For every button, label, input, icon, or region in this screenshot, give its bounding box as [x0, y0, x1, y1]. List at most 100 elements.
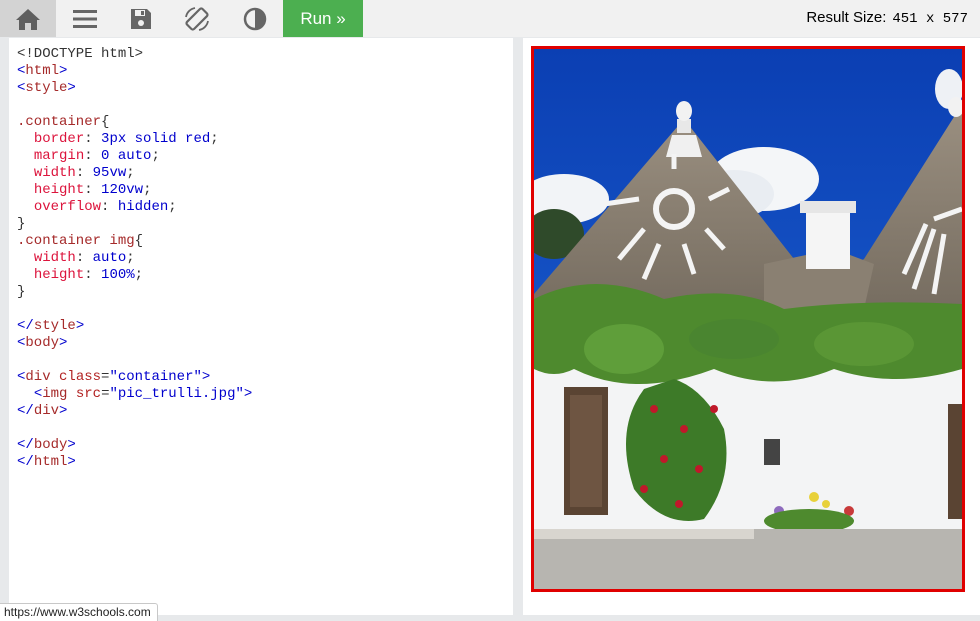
code-token: > — [67, 80, 76, 96]
code-line: margin: 0 auto; — [17, 148, 252, 165]
save-icon — [131, 8, 151, 29]
code-line: </body> — [17, 437, 252, 454]
code-token: : — [101, 199, 118, 215]
contrast-icon — [243, 7, 267, 30]
code-token: ; — [126, 250, 135, 266]
code-token: ; — [168, 199, 177, 215]
code-token: div — [33, 403, 60, 419]
menu-button[interactable] — [57, 0, 113, 37]
code-line: <!DOCTYPE html> — [17, 46, 252, 63]
code-token: class — [59, 369, 102, 385]
result-pane — [523, 38, 980, 615]
code-token: hidden — [117, 199, 169, 215]
code-line: <body> — [17, 335, 252, 352]
code-token: : — [84, 148, 102, 164]
toolbar: Run » Result Size: 451 x 577 — [0, 0, 980, 37]
result-size-label: Result Size: — [806, 9, 887, 26]
code-token: body — [25, 335, 60, 351]
code-line: .container{ — [17, 114, 252, 131]
code-text[interactable]: <!DOCTYPE html> <html> <style> .container{ … — [17, 46, 252, 471]
code-token: ; — [126, 165, 135, 181]
code-token: body — [33, 437, 68, 453]
code-token: html — [25, 63, 60, 79]
code-line: <div class="container"> — [17, 369, 252, 386]
code-token: > — [75, 318, 85, 334]
theme-button[interactable] — [227, 0, 283, 37]
code-token: </ — [17, 437, 34, 453]
save-button[interactable] — [113, 0, 169, 37]
code-token: > — [201, 369, 211, 385]
home-icon — [16, 8, 40, 30]
code-line: </style> — [17, 318, 252, 335]
code-token: > — [59, 403, 68, 419]
code-token: .container — [17, 114, 102, 130]
code-line: <img src="pic_trulli.jpg"> — [17, 386, 252, 403]
code-token: { — [101, 114, 110, 130]
code-token: > — [243, 386, 253, 402]
code-token: : — [75, 250, 93, 266]
code-token: : — [84, 131, 102, 147]
code-line: overflow: hidden; — [17, 199, 252, 216]
code-token: "container" — [109, 369, 202, 385]
code-line: height: 120vw; — [17, 182, 252, 199]
code-token: 120vw — [101, 182, 144, 198]
code-token: auto — [92, 250, 127, 266]
home-button[interactable] — [0, 0, 56, 37]
code-token: "pic_trulli.jpg" — [109, 386, 244, 402]
code-token: 95vw — [92, 165, 127, 181]
rotate-button[interactable] — [169, 0, 225, 37]
code-token: ; — [143, 182, 152, 198]
code-token: </ — [17, 454, 34, 470]
code-editor[interactable]: <!DOCTYPE html> <html> <style> .container{ … — [9, 38, 513, 615]
code-token: width — [33, 165, 76, 181]
result-size: Result Size: 451 x 577 — [806, 9, 968, 27]
code-token: overflow — [33, 199, 102, 215]
code-token: width — [33, 250, 76, 266]
code-line: border: 3px solid red; — [17, 131, 252, 148]
code-line: } — [17, 216, 252, 233]
code-token: ; — [210, 131, 219, 147]
code-token: 0 auto — [101, 148, 152, 164]
status-url: https://www.w3schools.com — [0, 603, 158, 621]
code-line: height: 100%; — [17, 267, 252, 284]
code-token: height — [33, 267, 85, 283]
code-line: </div> — [17, 403, 252, 420]
code-token: </ — [17, 318, 34, 334]
code-token: html — [33, 454, 68, 470]
code-token: height — [33, 182, 85, 198]
code-line: </html> — [17, 454, 252, 471]
code-token: ; — [134, 267, 144, 283]
code-line: <html> — [17, 63, 252, 80]
code-token: ; — [151, 148, 160, 164]
code-line: <style> — [17, 80, 252, 97]
code-token: <!DOCTYPE html> — [17, 46, 144, 62]
menu-icon — [73, 9, 97, 28]
code-token: margin — [33, 148, 85, 164]
result-image-container — [531, 46, 965, 592]
code-token: </ — [17, 403, 34, 419]
code-token: 3px solid red — [101, 131, 211, 147]
code-token: style — [25, 80, 68, 96]
run-button[interactable]: Run » — [283, 0, 363, 37]
code-token: : — [75, 165, 93, 181]
code-token: : — [84, 267, 102, 283]
code-token: > — [59, 335, 68, 351]
code-token: > — [59, 63, 68, 79]
code-line: .container img{ — [17, 233, 252, 250]
code-token: div — [25, 369, 51, 385]
code-token: img — [42, 386, 68, 402]
result-size-value: 451 x 577 — [892, 11, 968, 27]
trulli-photo-image — [534, 49, 962, 589]
code-token: 100% — [101, 267, 135, 283]
